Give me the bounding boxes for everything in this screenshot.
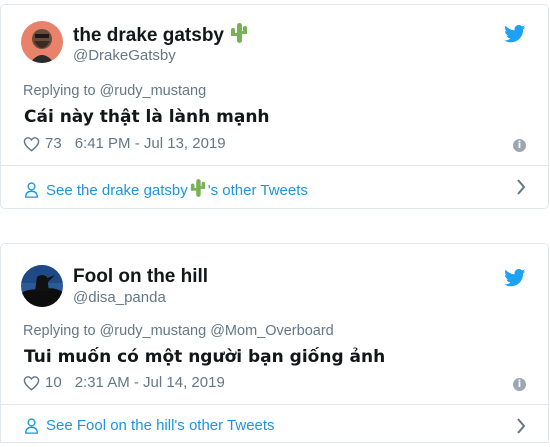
info-icon[interactable]: i	[513, 378, 526, 391]
tweet-text: Cái này thật là lành mạnh	[24, 107, 270, 127]
see-other-tweets-link[interactable]: See Fool on the hill's other Tweets	[24, 417, 275, 434]
timestamp[interactable]: 6:41 PM - Jul 13, 2019	[75, 135, 226, 152]
cactus-icon	[230, 22, 248, 50]
tweet-meta: 73 6:41 PM - Jul 13, 2019	[23, 135, 226, 152]
avatar-image	[21, 265, 63, 307]
like-count[interactable]: 73	[45, 135, 62, 152]
heart-icon[interactable]	[23, 375, 40, 391]
mention-link[interactable]: @rudy_mustang	[100, 83, 207, 99]
chevron-right-icon[interactable]	[516, 418, 526, 434]
chevron-right-icon[interactable]	[516, 179, 526, 195]
person-icon	[25, 417, 38, 434]
other-tweets-label: See Fool on the hill's other Tweets	[46, 417, 275, 434]
handle[interactable]: @disa_panda	[73, 289, 166, 306]
display-name[interactable]: the drake gatsby	[73, 22, 248, 50]
divider	[1, 165, 548, 166]
divider	[1, 404, 548, 405]
tweet-card: the drake gatsby @DrakeGatsby Replying t…	[0, 4, 549, 209]
cactus-icon	[190, 178, 206, 202]
replying-prefix: Replying to	[23, 323, 96, 339]
avatar[interactable]	[21, 265, 63, 307]
handle[interactable]: @DrakeGatsby	[73, 47, 176, 64]
tweet-meta: 10 2:31 AM - Jul 14, 2019	[23, 374, 225, 391]
see-other-tweets-link[interactable]: See the drake gatsby 's other Tweets	[24, 178, 308, 202]
twitter-bird-icon[interactable]	[504, 25, 526, 43]
tweet-card: Fool on the hill @disa_panda Replying to…	[0, 243, 549, 443]
person-icon	[25, 182, 38, 198]
like-count[interactable]: 10	[45, 374, 62, 391]
display-name-text: the drake gatsby	[73, 25, 224, 46]
timestamp[interactable]: 2:31 AM - Jul 14, 2019	[75, 374, 225, 391]
twitter-bird-icon[interactable]	[504, 269, 526, 287]
other-tweets-prefix: See the drake gatsby	[46, 181, 188, 199]
info-icon[interactable]: i	[513, 139, 526, 152]
tweet-text: Tui muốn có một người bạn giống ảnh	[24, 347, 386, 367]
avatar-image	[21, 21, 63, 63]
display-name[interactable]: Fool on the hill	[73, 266, 208, 288]
replying-prefix: Replying to	[23, 83, 96, 99]
replying-to: Replying to @rudy_mustang @Mom_Overboard	[23, 323, 334, 339]
heart-icon[interactable]	[23, 136, 40, 152]
other-tweets-suffix: 's other Tweets	[207, 181, 308, 199]
mention-link[interactable]: @rudy_mustang @Mom_Overboard	[100, 323, 334, 339]
replying-to: Replying to @rudy_mustang	[23, 83, 206, 99]
avatar[interactable]	[21, 21, 63, 63]
